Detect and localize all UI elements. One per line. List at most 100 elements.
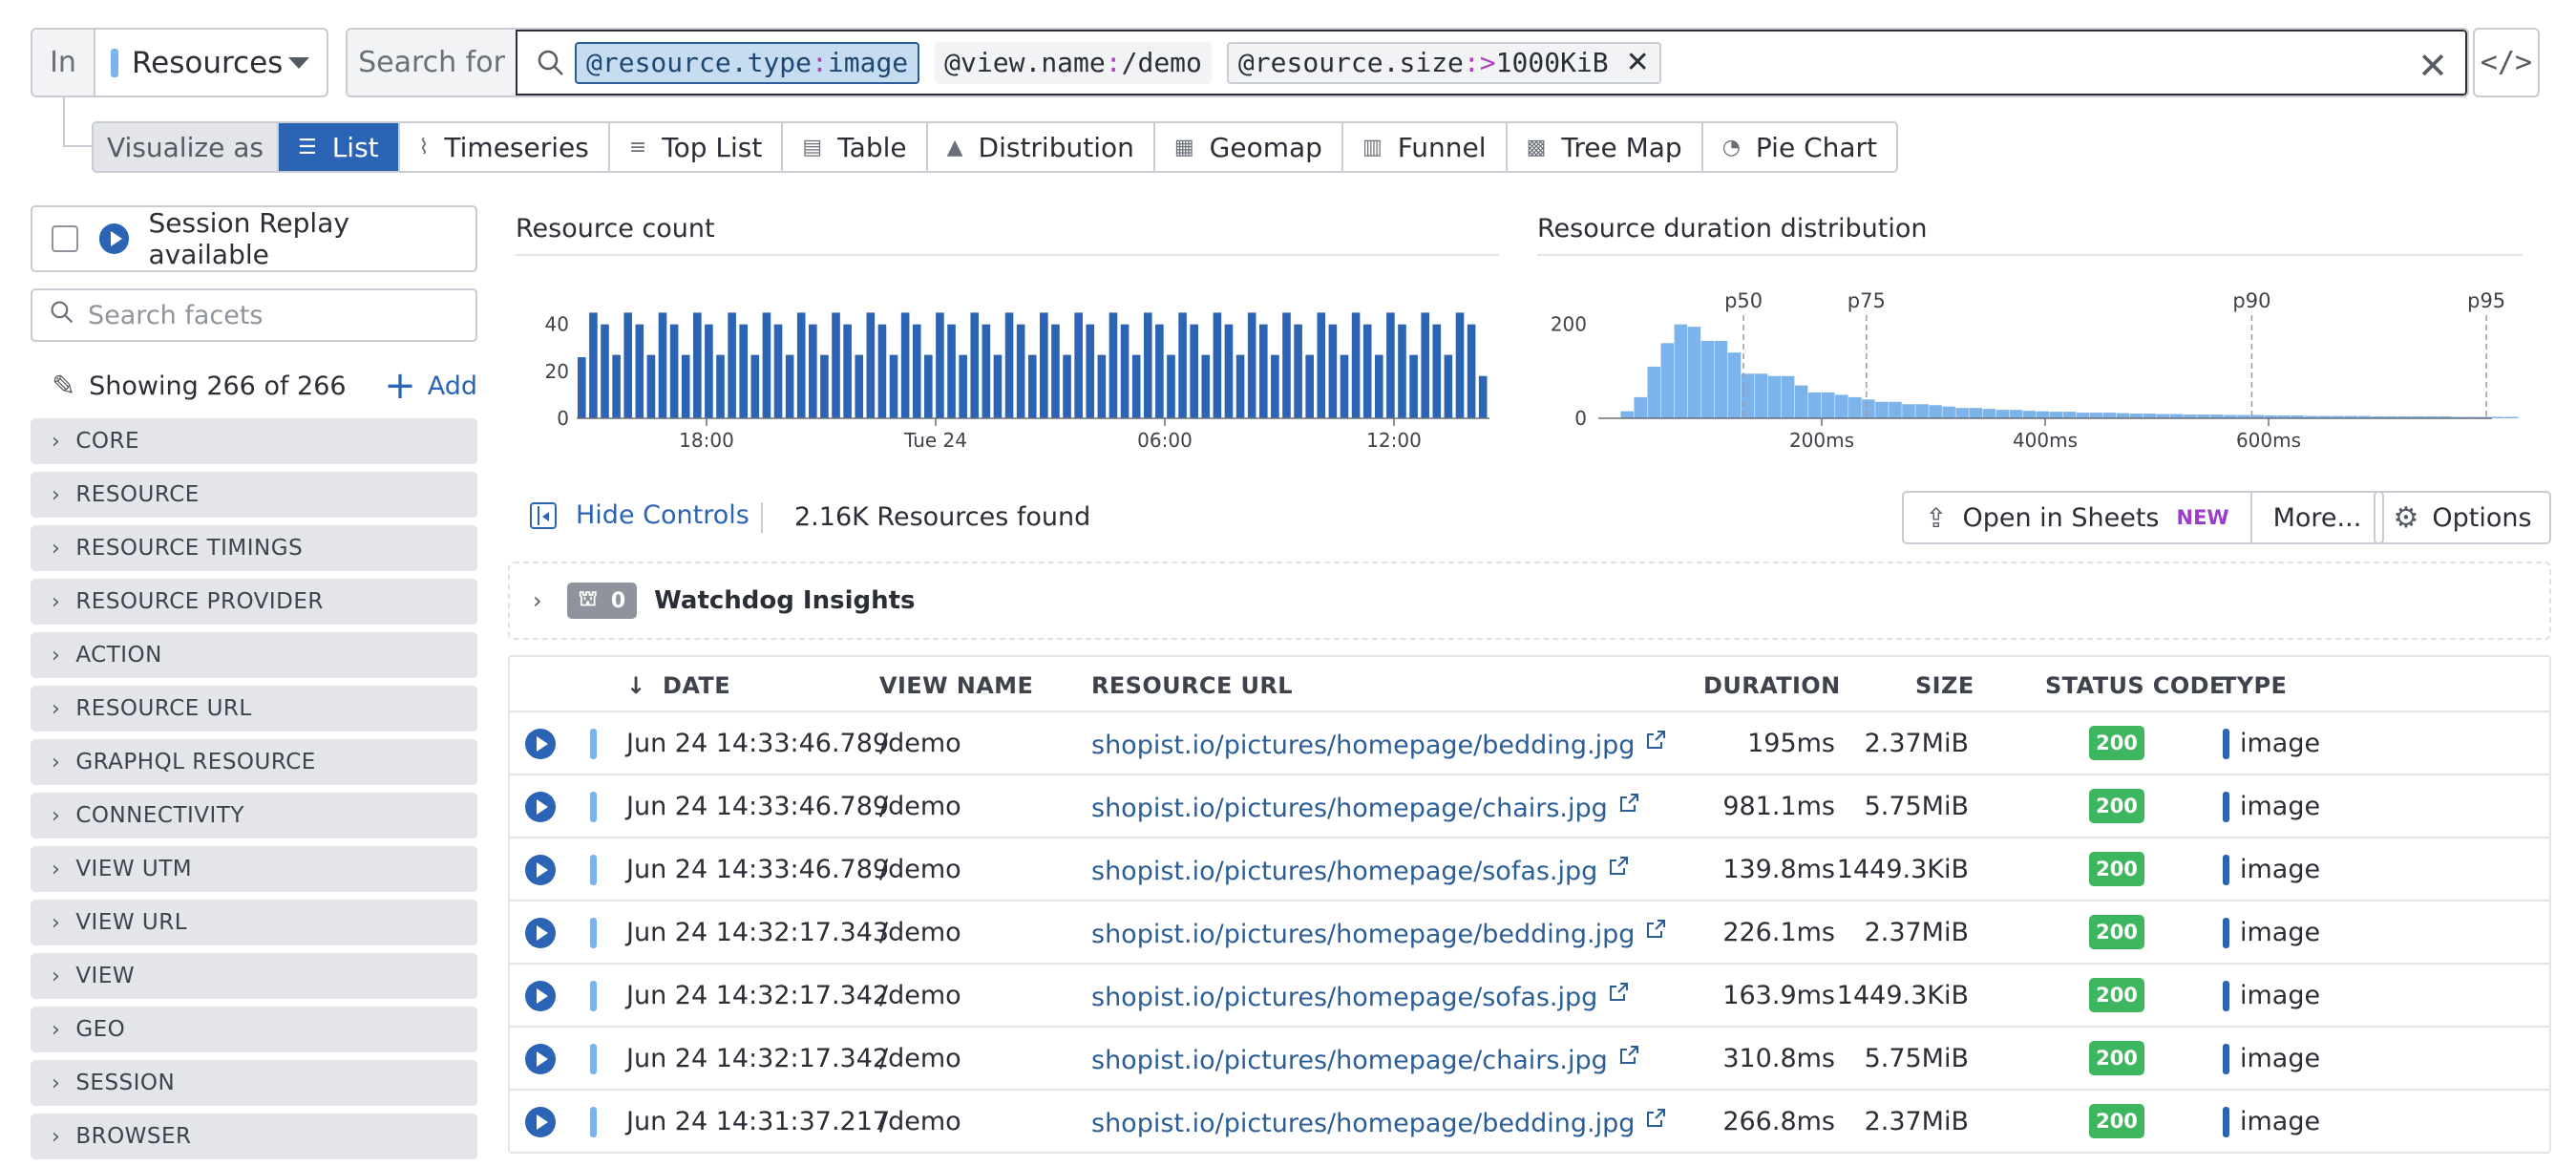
- hide-controls-button[interactable]: Hide Controls: [530, 500, 750, 530]
- column-size[interactable]: SIZE: [1915, 672, 1974, 699]
- facet-group-resource-provider[interactable]: › RESOURCE PROVIDER: [31, 579, 477, 625]
- type-color-bar: [2223, 792, 2229, 822]
- play-session-icon[interactable]: [525, 981, 556, 1011]
- facet-group-graphql-resource[interactable]: › GRAPHQL RESOURCE: [31, 739, 477, 785]
- external-link-icon[interactable]: [1617, 1044, 1640, 1073]
- options-button[interactable]: ⚙ Options: [2374, 491, 2551, 544]
- external-link-icon[interactable]: [1607, 855, 1630, 884]
- resource-url-link[interactable]: shopist.io/pictures/homepage/chairs.jpg: [1091, 1046, 1608, 1075]
- count-bar: [1016, 324, 1025, 418]
- column-status-code[interactable]: STATUS CODE: [2045, 672, 2226, 699]
- column-type[interactable]: TYPE: [2221, 672, 2287, 699]
- histogram-bar: [2062, 412, 2077, 418]
- external-link-icon[interactable]: [1644, 729, 1667, 758]
- viz-table-button[interactable]: ▤ Table: [783, 123, 928, 171]
- resource-url-link[interactable]: shopist.io/pictures/homepage/sofas.jpg: [1091, 983, 1597, 1012]
- cell-date: Jun 24 14:33:46.789: [626, 855, 890, 884]
- viz-list-button[interactable]: ☰ List: [278, 123, 400, 171]
- open-in-sheets-button[interactable]: ⇪ Open in Sheets NEW: [1904, 493, 2252, 542]
- resource-url-link[interactable]: shopist.io/pictures/homepage/bedding.jpg: [1091, 1109, 1635, 1138]
- external-link-icon[interactable]: [1644, 1107, 1667, 1136]
- query-chip-resource-type[interactable]: @resource.type: image: [575, 41, 920, 84]
- column-view-name[interactable]: VIEW NAME: [879, 672, 1033, 699]
- table-row[interactable]: Jun 24 14:31:37.217/demo shopist.io/pictu…: [510, 1091, 2549, 1154]
- viz-geomap-button[interactable]: ▦ Geomap: [1154, 123, 1343, 171]
- resource-url-link[interactable]: shopist.io/pictures/homepage/chairs.jpg: [1091, 794, 1608, 823]
- resource-url-link[interactable]: shopist.io/pictures/homepage/bedding.jpg: [1091, 920, 1635, 949]
- viz-distribution-button[interactable]: ▲ Distribution: [927, 123, 1155, 171]
- histogram-bar: [1915, 404, 1929, 418]
- count-bar: [1213, 312, 1222, 418]
- column-duration[interactable]: DURATION: [1703, 672, 1841, 699]
- play-session-icon[interactable]: [525, 918, 556, 948]
- facet-group-geo[interactable]: › GEO: [31, 1007, 477, 1052]
- histogram-bar: [1807, 392, 1822, 418]
- session-replay-filter[interactable]: Session Replay available: [31, 205, 477, 272]
- sort-descending-icon[interactable]: ↓: [626, 672, 646, 699]
- viz-pie-chart-button[interactable]: ◔ Pie Chart: [1702, 123, 1897, 171]
- more-button[interactable]: More...: [2252, 493, 2383, 542]
- cell-resource-url[interactable]: shopist.io/pictures/homepage/bedding.jpg: [1091, 729, 1667, 760]
- table-row[interactable]: Jun 24 14:32:17.343/demo shopist.io/pictu…: [510, 902, 2549, 965]
- cell-resource-url[interactable]: shopist.io/pictures/homepage/sofas.jpg: [1091, 981, 1630, 1012]
- external-link-icon[interactable]: [1607, 981, 1630, 1010]
- facet-group-resource-timings[interactable]: › RESOURCE TIMINGS: [31, 525, 477, 571]
- table-row[interactable]: Jun 24 14:33:46.789/demo shopist.io/pictu…: [510, 775, 2549, 838]
- facet-group-core[interactable]: › CORE: [31, 418, 477, 464]
- external-link-icon[interactable]: [1644, 918, 1667, 947]
- count-bar: [1351, 312, 1361, 418]
- facet-group-resource-url[interactable]: › RESOURCE URL: [31, 686, 477, 732]
- facet-group-resource[interactable]: › RESOURCE: [31, 472, 477, 518]
- code-view-button[interactable]: </>: [2473, 28, 2540, 97]
- add-facet-button[interactable]: + Add: [384, 367, 477, 405]
- watchdog-insights-panel[interactable]: › ⛫ 0 Watchdog Insights: [508, 562, 2551, 640]
- facet-group-browser[interactable]: › BROWSER: [31, 1114, 477, 1159]
- histogram-bar: [1647, 366, 1661, 418]
- table-row[interactable]: Jun 24 14:32:17.342/demo shopist.io/pictu…: [510, 1028, 2549, 1091]
- query-chip-resource-size[interactable]: @resource.size: >1000KiB ✕: [1226, 41, 1661, 84]
- facet-group-view-utm[interactable]: › VIEW UTM: [31, 846, 477, 892]
- column-date[interactable]: DATE: [663, 672, 730, 699]
- viz-timeseries-button[interactable]: ⌇ Timeseries: [399, 123, 610, 171]
- chevron-right-icon: ›: [52, 964, 61, 988]
- status-badge: 200: [2089, 789, 2144, 823]
- facet-group-action[interactable]: › ACTION: [31, 632, 477, 678]
- session-replay-checkbox[interactable]: [52, 225, 78, 252]
- cell-resource-url[interactable]: shopist.io/pictures/homepage/bedding.jpg: [1091, 918, 1667, 949]
- cell-resource-url[interactable]: shopist.io/pictures/homepage/sofas.jpg: [1091, 855, 1630, 886]
- facet-search-input[interactable]: Search facets: [31, 288, 477, 342]
- play-session-icon[interactable]: [525, 729, 556, 759]
- viz-top-list-button[interactable]: ≡ Top List: [609, 123, 784, 171]
- column-resource-url[interactable]: RESOURCE URL: [1091, 672, 1293, 699]
- cell-resource-url[interactable]: shopist.io/pictures/homepage/chairs.jpg: [1091, 1044, 1640, 1075]
- play-session-icon[interactable]: [525, 855, 556, 885]
- play-session-icon[interactable]: [525, 1044, 556, 1074]
- cell-resource-url[interactable]: shopist.io/pictures/homepage/chairs.jpg: [1091, 792, 1640, 823]
- facet-group-connectivity[interactable]: › CONNECTIVITY: [31, 793, 477, 838]
- count-bar: [970, 312, 980, 418]
- pencil-icon[interactable]: ✎: [52, 370, 75, 403]
- search-query-input[interactable]: @resource.type: image @view.name:/demo @r…: [517, 30, 2467, 95]
- resource-url-link[interactable]: shopist.io/pictures/homepage/bedding.jpg: [1091, 731, 1635, 760]
- play-session-icon[interactable]: [525, 1107, 556, 1137]
- table-row[interactable]: Jun 24 14:33:46.789/demo shopist.io/pictu…: [510, 838, 2549, 902]
- facet-group-session[interactable]: › SESSION: [31, 1060, 477, 1106]
- cell-resource-url[interactable]: shopist.io/pictures/homepage/bedding.jpg: [1091, 1107, 1667, 1138]
- cell-date: Jun 24 14:33:46.789: [626, 729, 890, 758]
- facet-group-view[interactable]: › VIEW: [31, 953, 477, 999]
- viz-funnel-button[interactable]: ▥ Funnel: [1342, 123, 1508, 171]
- resource-url-link[interactable]: shopist.io/pictures/homepage/sofas.jpg: [1091, 857, 1597, 886]
- percentile-label: p75: [1848, 289, 1886, 312]
- clear-search-icon[interactable]: ✕: [2418, 45, 2448, 87]
- external-link-icon[interactable]: [1617, 792, 1640, 821]
- facet-group-view-url[interactable]: › VIEW URL: [31, 900, 477, 945]
- query-chip-view-name[interactable]: @view.name:/demo: [935, 41, 1212, 84]
- play-session-icon[interactable]: [525, 792, 556, 822]
- count-bar: [889, 354, 898, 418]
- table-row[interactable]: Jun 24 14:32:17.342/demo shopist.io/pictu…: [510, 965, 2549, 1028]
- viz-tree-map-button[interactable]: ▩ Tree Map: [1507, 123, 1703, 171]
- remove-chip-icon[interactable]: ✕: [1626, 46, 1650, 79]
- count-bar: [1282, 312, 1291, 418]
- table-row[interactable]: Jun 24 14:33:46.789/demo shopist.io/pictu…: [510, 712, 2549, 775]
- source-dropdown[interactable]: Resources: [95, 30, 327, 95]
